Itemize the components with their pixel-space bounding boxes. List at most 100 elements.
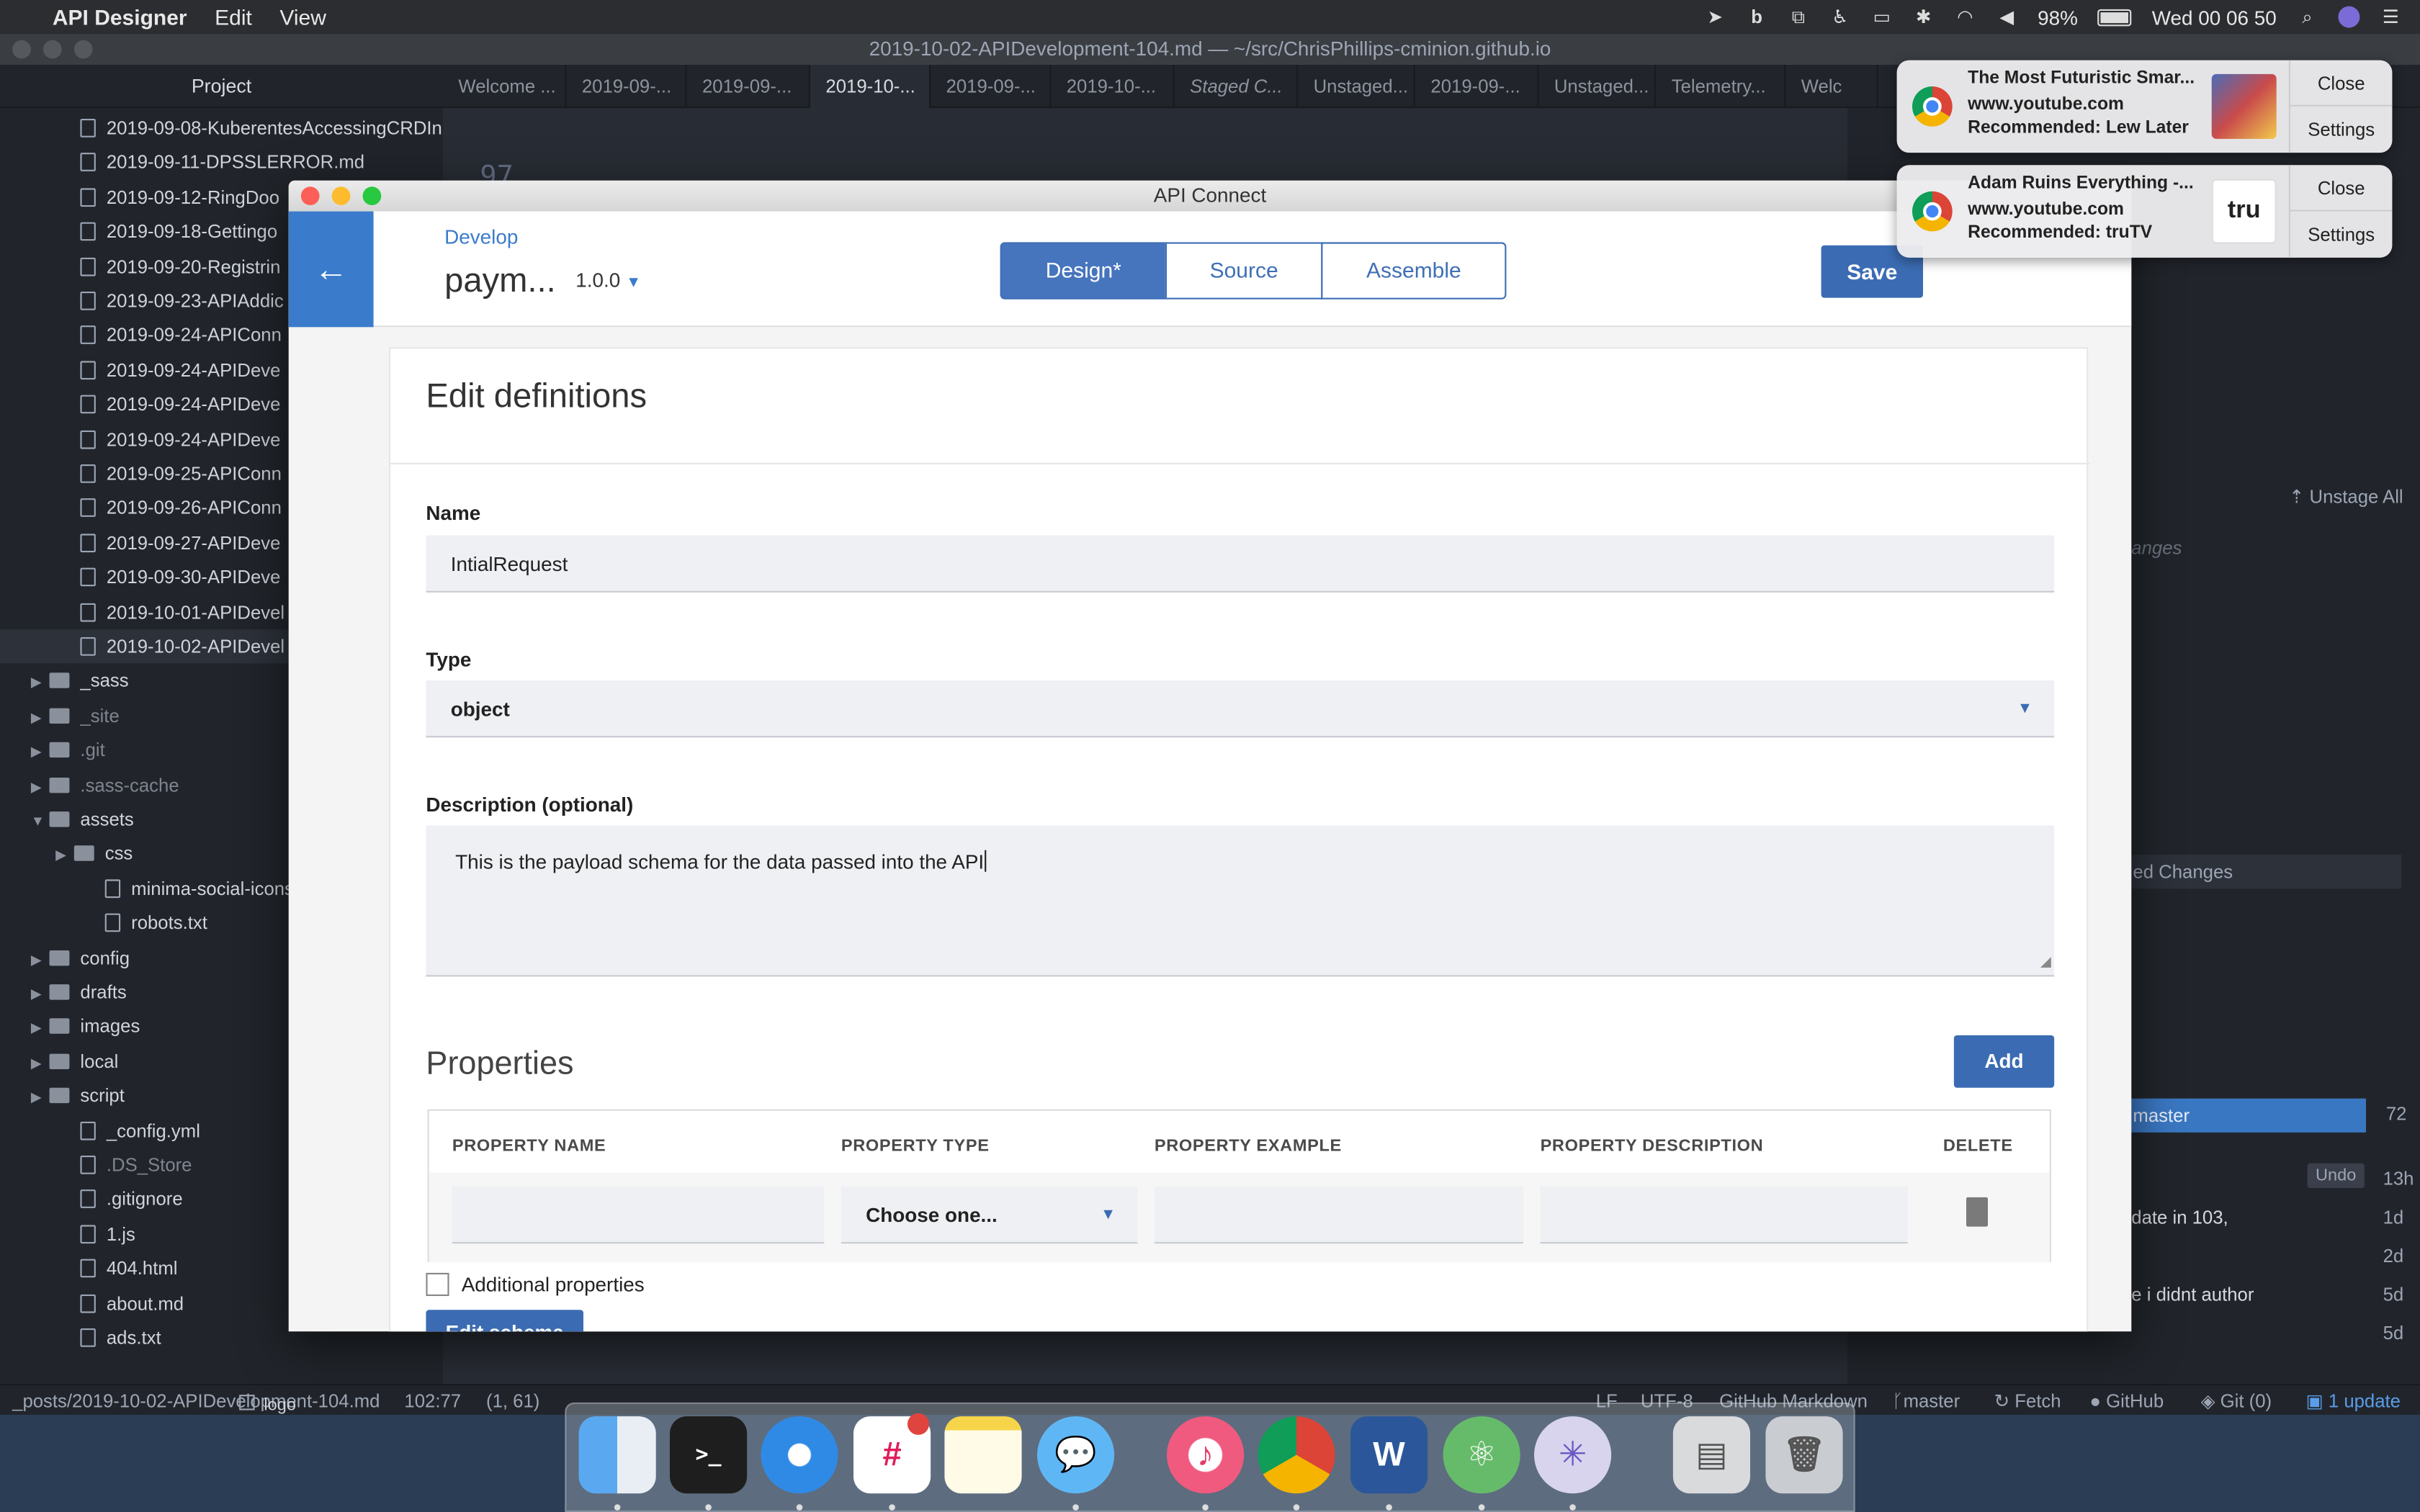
chevron-down-icon[interactable]: ▼	[31, 804, 50, 837]
menu-edit[interactable]: Edit	[215, 4, 252, 29]
property-type-select[interactable]: Choose one... ▼	[841, 1186, 1138, 1244]
printer-icon[interactable]: ▤	[1672, 1416, 1750, 1494]
editor-tab[interactable]: Unstaged...	[1298, 65, 1415, 108]
editor-tab[interactable]: Unstaged...	[1538, 65, 1657, 108]
menu-view[interactable]: View	[279, 4, 326, 29]
close-window-button[interactable]	[300, 186, 320, 205]
minimize-window-button[interactable]	[43, 40, 62, 59]
notification-center-icon[interactable]: ☰	[2380, 6, 2401, 28]
chevron-right-icon[interactable]: ▶	[55, 838, 74, 872]
notification-settings-button[interactable]: Settings	[2288, 106, 2393, 153]
breadcrumb-develop[interactable]: Develop	[444, 225, 518, 248]
name-input[interactable]: IntialRequest	[426, 535, 2055, 593]
chevron-right-icon[interactable]: ▶	[31, 1080, 50, 1114]
trash-icon[interactable]: 🗑	[1765, 1416, 1843, 1494]
tab-source[interactable]: Source	[1165, 242, 1323, 300]
notification-close-button[interactable]: Close	[2288, 60, 2393, 107]
editor-tab[interactable]: 2019-09-...	[687, 65, 810, 108]
branch-selector[interactable]: master	[2130, 1098, 2366, 1133]
status-file-path[interactable]: _posts/2019-10-02-APIDevelopment-104.md	[12, 1385, 380, 1416]
bluetooth-icon[interactable]: ✱	[1913, 6, 1935, 28]
menu-app-name[interactable]: API Designer	[53, 4, 187, 29]
screen-share-icon[interactable]: ⧉	[1788, 6, 1809, 28]
menu-clock[interactable]: Wed 00 06 50	[2152, 6, 2277, 29]
chevron-right-icon[interactable]: ▶	[31, 734, 50, 768]
safari-icon[interactable]	[761, 1416, 838, 1494]
chevron-right-icon[interactable]: ▶	[31, 1011, 50, 1045]
notes-icon[interactable]	[944, 1416, 1022, 1494]
minimize-window-button[interactable]	[331, 186, 351, 205]
editor-tab[interactable]: Welcome ...	[443, 65, 567, 108]
commit-message[interactable]: e i didnt author	[2131, 1284, 2254, 1305]
property-name-input[interactable]	[452, 1186, 825, 1244]
trash-icon[interactable]	[1966, 1197, 1988, 1227]
tree-file[interactable]: 2019-09-11-DPSSLERROR.md	[0, 145, 443, 179]
messages-icon[interactable]: 💬	[1037, 1416, 1115, 1494]
status-cursor[interactable]: 102:77	[404, 1385, 461, 1416]
notification-1[interactable]: The Most Futuristic Smar... www.youtube.…	[1896, 60, 2393, 153]
tab-design[interactable]: Design*	[1000, 242, 1167, 300]
chevron-right-icon[interactable]: ▶	[31, 976, 50, 1010]
terminal-icon[interactable]: >_	[670, 1416, 748, 1494]
volume-icon[interactable]: ◀	[1996, 6, 2017, 28]
undo-button[interactable]: Undo	[2307, 1163, 2365, 1188]
tree-item-logo[interactable]: logo	[239, 1395, 296, 1415]
add-property-button[interactable]: Add	[1953, 1035, 2055, 1088]
chevron-right-icon[interactable]: ▶	[31, 665, 50, 699]
tree-file[interactable]: 2019-09-08-KuberentesAccessingCRDIn	[0, 111, 443, 145]
airplay-icon[interactable]: ▭	[1871, 6, 1893, 28]
editor-tab[interactable]: Welc	[1785, 65, 1878, 108]
chevron-right-icon[interactable]: ▶	[31, 769, 50, 803]
additional-properties-checkbox[interactable]	[426, 1272, 449, 1296]
status-branch[interactable]: ᚴmaster	[1892, 1385, 1960, 1416]
status-fetch[interactable]: ↻ Fetch	[1994, 1385, 2061, 1416]
resize-handle-icon[interactable]: ◢	[2040, 949, 2051, 973]
tree-item-label: 2019-10-01-APIDevel	[106, 600, 285, 623]
property-description-input[interactable]	[1540, 1186, 1908, 1244]
battery-percent[interactable]: 98%	[2038, 6, 2078, 29]
back-arrow-icon[interactable]: ←	[288, 211, 374, 328]
type-select[interactable]: object ▼	[426, 680, 2055, 738]
commit-message[interactable]: date in 103,	[2131, 1207, 2228, 1228]
b-icon[interactable]: b	[1746, 6, 1767, 28]
description-textarea[interactable]: This is the payload schema for the data …	[426, 825, 2055, 977]
notification-2[interactable]: Adam Ruins Everything -... www.youtube.c…	[1896, 165, 2393, 258]
status-github[interactable]: ● GitHub	[2089, 1385, 2164, 1416]
property-example-input[interactable]	[1154, 1186, 1523, 1244]
location-icon[interactable]: ➤	[1704, 6, 1726, 28]
notification-close-button[interactable]: Close	[2288, 165, 2393, 212]
chevron-right-icon[interactable]: ▶	[31, 1045, 50, 1079]
editor-tab[interactable]: 2019-09-...	[566, 65, 687, 108]
chrome-icon[interactable]	[1258, 1416, 1335, 1494]
editor-tab[interactable]: 2019-09-...	[931, 65, 1052, 108]
status-git[interactable]: ◈ Git (0)	[2201, 1385, 2272, 1416]
zoom-window-button[interactable]	[362, 186, 382, 205]
wifi-icon[interactable]: ◠	[1954, 6, 1976, 28]
editor-tab[interactable]: Telemetry...	[1656, 65, 1786, 108]
editor-tab[interactable]: 2019-10-...	[810, 65, 931, 108]
status-update[interactable]: ▣ 1 update	[2305, 1385, 2401, 1416]
finder-icon[interactable]	[578, 1416, 656, 1494]
siri-icon[interactable]	[2338, 6, 2360, 28]
chevron-right-icon[interactable]: ▶	[31, 700, 50, 734]
notification-settings-button[interactable]: Settings	[2288, 211, 2393, 258]
editor-tab[interactable]: 2019-10-...	[1051, 65, 1175, 108]
close-window-button[interactable]	[12, 40, 31, 59]
edit-schema-button[interactable]: Edit schema	[426, 1310, 583, 1332]
staged-changes-header[interactable]: ed Changes	[2130, 855, 2402, 889]
version-selector[interactable]: 1.0.0 ▼	[575, 269, 641, 292]
api-designer-icon[interactable]: ✳	[1534, 1416, 1612, 1494]
unstage-all-button[interactable]: ⇡ Unstage All	[2289, 486, 2403, 508]
itunes-icon[interactable]: ♪	[1167, 1416, 1245, 1494]
spotlight-search-icon[interactable]: ⌕	[2297, 6, 2318, 28]
editor-tab[interactable]: 2019-09-...	[1415, 65, 1539, 108]
word-icon[interactable]: W	[1350, 1416, 1428, 1494]
atom-icon[interactable]: ⚛	[1443, 1416, 1520, 1494]
project-header[interactable]: Project	[0, 65, 443, 108]
chevron-right-icon[interactable]: ▶	[31, 942, 50, 976]
editor-tab[interactable]: Staged C...	[1175, 65, 1299, 108]
tab-assemble[interactable]: Assemble	[1321, 242, 1507, 300]
zoom-window-button[interactable]	[73, 40, 93, 59]
battery-icon[interactable]	[2097, 8, 2132, 26]
accessibility-icon[interactable]: ♿	[1829, 6, 1851, 28]
